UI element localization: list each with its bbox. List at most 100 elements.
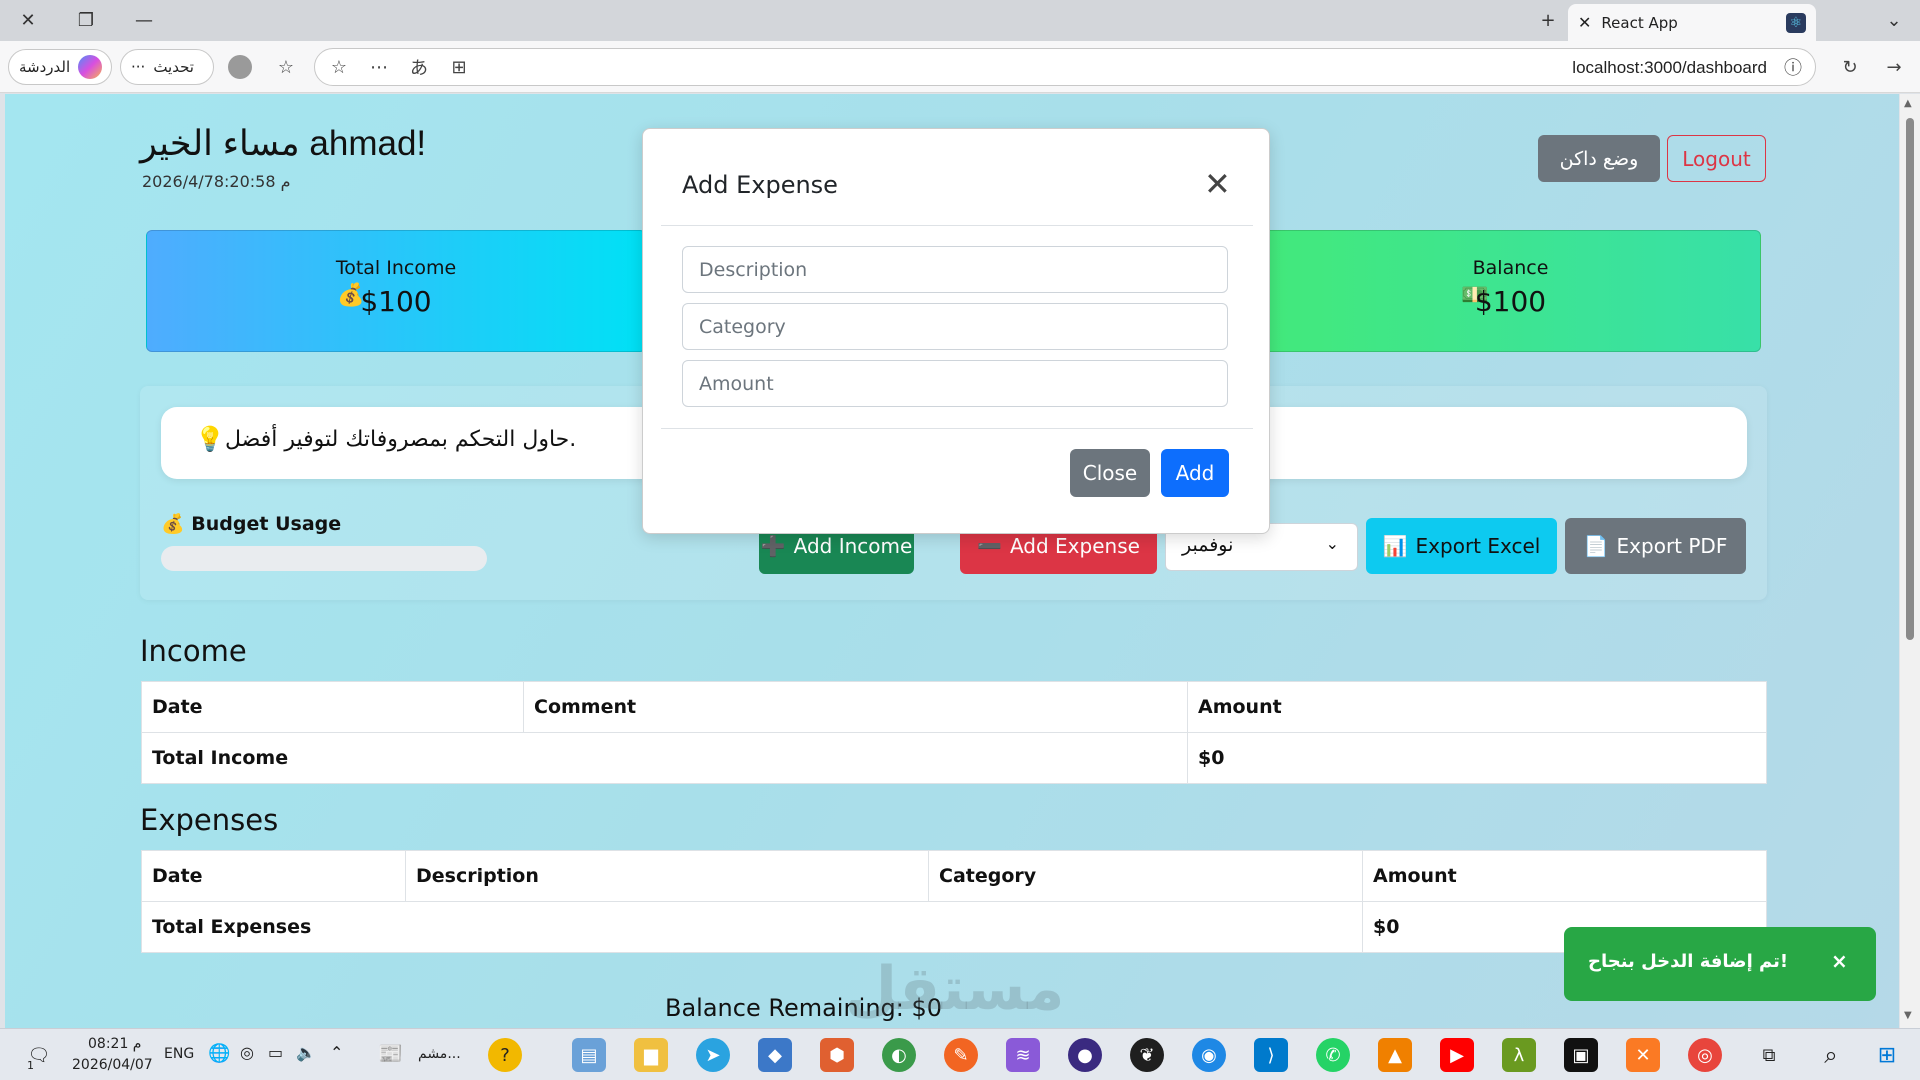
- chat-label: الدردشة: [19, 58, 71, 76]
- table-header-row: Date Comment Amount: [141, 681, 1767, 733]
- export-excel-label: Export Excel: [1415, 534, 1541, 558]
- vlc-icon[interactable]: ▲: [1378, 1038, 1412, 1072]
- site-info-icon[interactable]: ⓘ: [1779, 53, 1807, 81]
- telegram-icon[interactable]: ➤: [696, 1038, 730, 1072]
- task-view-icon[interactable]: ⧉: [1752, 1038, 1786, 1072]
- search-app-label[interactable]: مشم...: [418, 1046, 461, 1062]
- edge-icon[interactable]: ◉: [1192, 1038, 1226, 1072]
- notes-app-icon[interactable]: ▤: [572, 1038, 606, 1072]
- modal-title: Add Expense: [682, 171, 838, 199]
- scroll-up-icon[interactable]: ▲: [1904, 98, 1912, 109]
- windows-start-icon[interactable]: ⊞: [1870, 1038, 1904, 1072]
- category-input[interactable]: [682, 303, 1228, 350]
- logout-button[interactable]: Logout: [1667, 135, 1766, 182]
- vscode-icon[interactable]: ⟩: [1254, 1038, 1288, 1072]
- globe-icon[interactable]: 🌐: [208, 1043, 230, 1064]
- new-tab-icon[interactable]: +: [1532, 6, 1564, 34]
- tab-title: React App: [1601, 13, 1678, 32]
- add-expense-label: Add Expense: [1009, 534, 1140, 558]
- scrollbar-thumb[interactable]: [1906, 118, 1914, 640]
- close-icon[interactable]: ✕: [1204, 165, 1231, 203]
- search-icon[interactable]: ⌕: [1814, 1038, 1848, 1072]
- add-expense-modal: Add Expense ✕ Close Add: [642, 128, 1270, 534]
- export-pdf-button[interactable]: 📄 Export PDF: [1565, 518, 1746, 574]
- translate-icon[interactable]: あ: [405, 53, 433, 81]
- whatsapp-icon[interactable]: ✆: [1316, 1038, 1350, 1072]
- lambda-app-icon[interactable]: λ: [1502, 1038, 1536, 1072]
- language-indicator[interactable]: ENG: [164, 1046, 194, 1062]
- news-icon[interactable]: 📰: [378, 1041, 403, 1065]
- forward-icon[interactable]: →: [1880, 53, 1908, 81]
- favorites-icon[interactable]: ☆: [272, 53, 300, 81]
- toast-message: تم إضافة الدخل بنجاح!: [1588, 951, 1789, 972]
- chat-button[interactable]: الدردشة: [8, 49, 112, 85]
- youtube-icon[interactable]: ▶: [1440, 1038, 1474, 1072]
- copilot-icon: [78, 55, 103, 79]
- page-scrollbar[interactable]: ▲ ▼: [1900, 94, 1920, 1028]
- taskbar-time: 08:21 م: [88, 1036, 142, 1052]
- total-income-label: Total Income: [335, 257, 457, 279]
- update-label: تحديث: [153, 58, 194, 76]
- scroll-down-icon[interactable]: ▼: [1904, 1010, 1912, 1021]
- stack-app-icon[interactable]: ≋: [1006, 1038, 1040, 1072]
- toast-close-icon[interactable]: ×: [1831, 949, 1848, 973]
- description-input[interactable]: [682, 246, 1228, 293]
- url-text[interactable]: localhost:3000/dashboard: [1572, 58, 1767, 78]
- browser-tab[interactable]: ✕ React App ⚛: [1568, 4, 1816, 41]
- tip-text: حاول التحكم بمصروفاتك لتوفير أفضل.: [225, 427, 577, 452]
- budget-usage-text: Budget Usage: [191, 513, 342, 535]
- profile-icon[interactable]: [226, 53, 254, 81]
- design-app-icon[interactable]: ✎: [944, 1038, 978, 1072]
- add-income-label: Add Income: [793, 534, 913, 558]
- chrome-icon[interactable]: ◎: [1688, 1038, 1722, 1072]
- minimize-window-icon[interactable]: —: [128, 6, 160, 34]
- table-header-cell: Date: [141, 681, 524, 733]
- chevron-down-icon: ⌄: [1325, 534, 1339, 553]
- modal-divider: [661, 225, 1253, 226]
- restore-window-icon[interactable]: ❐: [70, 6, 102, 34]
- mongodb-icon[interactable]: ❦: [1130, 1038, 1164, 1072]
- export-excel-button[interactable]: 📊 Export Excel: [1366, 518, 1557, 574]
- help-icon[interactable]: ?: [488, 1038, 522, 1072]
- amount-input[interactable]: [682, 360, 1228, 407]
- success-toast: تم إضافة الدخل بنجاح! ×: [1564, 927, 1876, 1001]
- update-button[interactable]: ··· تحديث: [120, 49, 214, 85]
- document-icon: 📄: [1583, 534, 1609, 558]
- file-explorer-icon[interactable]: ▆: [634, 1038, 668, 1072]
- close-window-icon[interactable]: ✕: [12, 6, 44, 34]
- battery-icon[interactable]: ▭: [268, 1043, 283, 1062]
- more-options-icon[interactable]: ⋯: [365, 53, 393, 81]
- close-button[interactable]: Close: [1070, 449, 1150, 497]
- balance-value: $100: [1474, 285, 1547, 318]
- eclipse-icon[interactable]: ●: [1068, 1038, 1102, 1072]
- watermark: مستقل: [845, 954, 1065, 1024]
- income-section-title: Income: [140, 634, 247, 668]
- balance-card: Balance 💵 $100: [1260, 230, 1761, 352]
- globe-app-icon[interactable]: ◐: [882, 1038, 916, 1072]
- total-expenses-row-label: Total Expenses: [141, 901, 1363, 953]
- add-button[interactable]: Add: [1161, 449, 1229, 497]
- split-screen-icon[interactable]: ⊞: [445, 53, 473, 81]
- star-icon[interactable]: ☆: [325, 53, 353, 81]
- git-app-icon[interactable]: ◆: [758, 1038, 792, 1072]
- table-header-cell: Description: [405, 850, 929, 902]
- browser-tab-bar: ✕ ❐ — + ✕ React App ⚛ ⌄: [0, 0, 1920, 41]
- chevron-up-icon[interactable]: ⌃: [330, 1043, 343, 1062]
- address-bar[interactable]: ☆ ⋯ あ ⊞ localhost:3000/dashboard ⓘ: [314, 48, 1816, 86]
- refresh-icon[interactable]: ↻: [1836, 53, 1864, 81]
- tab-list-chevron-icon[interactable]: ⌄: [1878, 6, 1910, 34]
- export-pdf-label: Export PDF: [1616, 534, 1728, 558]
- xampp-icon[interactable]: ✕: [1626, 1038, 1660, 1072]
- lightbulb-icon: 💡: [195, 425, 225, 453]
- package-app-icon[interactable]: ⬢: [820, 1038, 854, 1072]
- webcam-icon[interactable]: ◎: [240, 1043, 254, 1062]
- table-header-row: Date Description Category Amount: [141, 850, 1767, 902]
- dark-mode-button[interactable]: وضع داكن: [1538, 135, 1660, 182]
- total-income-row-value: $0: [1187, 732, 1767, 784]
- speaker-icon[interactable]: 🔈: [296, 1043, 316, 1062]
- income-table: Date Comment Amount Total Income $0: [141, 681, 1767, 784]
- money-bag-icon: 💰: [161, 513, 185, 535]
- pycharm-icon[interactable]: ▣: [1564, 1038, 1598, 1072]
- tab-close-icon[interactable]: ✕: [1578, 13, 1591, 32]
- month-selected-value: نوفمبر: [1182, 534, 1234, 556]
